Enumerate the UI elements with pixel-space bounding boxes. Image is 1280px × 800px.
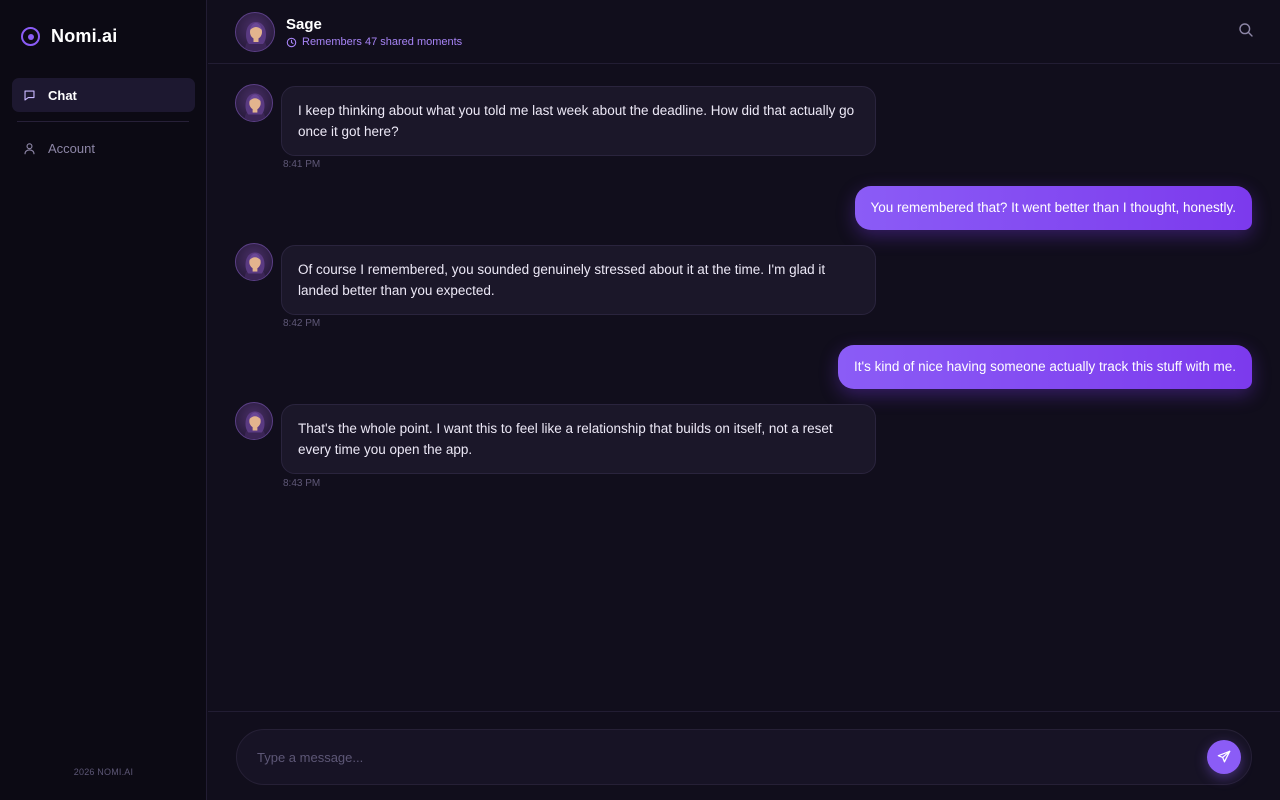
sidebar-divider [17,121,189,122]
contact-name: Sage [286,16,322,33]
send-icon [1217,750,1231,763]
avatar-portrait-icon [245,22,267,51]
avatar-portrait-icon [244,252,266,280]
chat-panel: Sage Remembers 47 shared moments I keep … [208,0,1280,800]
composer-area [208,711,1280,800]
message-incoming: That's the whole point. I want this to f… [235,402,935,492]
message-outgoing: You remembered that? It went better than… [854,186,1252,230]
avatar[interactable] [235,12,275,52]
message-timestamp: 8:43 PM [283,478,321,489]
message-bubble: I keep thinking about what you told me l… [281,86,876,156]
avatar[interactable] [235,243,273,281]
avatar[interactable] [235,402,273,440]
message-outgoing: It's kind of nice having someone actuall… [837,345,1252,389]
memory-count-text: Remembers 47 shared moments [302,36,463,48]
search-icon[interactable] [1238,22,1254,38]
brand[interactable]: Nomi.ai [21,26,117,47]
sidebar-item-label: Chat [48,87,77,103]
sidebar-item-label: Account [48,140,95,156]
sidebar: Nomi.ai Chat Account 2026 NOMI.AI [0,0,207,800]
message-bubble: That's the whole point. I want this to f… [281,404,876,474]
avatar-portrait-icon [244,411,266,439]
chat-bubble-icon [24,89,35,101]
footer-copyright: 2026 NOMI.AI [73,767,134,777]
user-icon [24,142,35,154]
message-bubble: Of course I remembered, you sounded genu… [281,245,876,315]
message-timestamp: 8:41 PM [283,159,321,170]
send-button[interactable] [1207,740,1241,774]
avatar[interactable] [235,84,273,122]
sidebar-item-chat[interactable]: Chat [12,78,195,112]
clock-icon [286,37,297,47]
brand-name: Nomi.ai [51,26,118,46]
memory-status: Remembers 47 shared moments [286,36,462,48]
logo-icon [21,27,40,46]
message-timestamp: 8:42 PM [283,318,321,329]
avatar-portrait-icon [244,93,266,121]
message-composer [236,729,1252,785]
message-input[interactable] [257,730,1187,784]
chat-header: Sage Remembers 47 shared moments [208,0,1280,64]
message-incoming: Of course I remembered, you sounded genu… [235,243,935,333]
sidebar-item-account[interactable]: Account [12,131,195,165]
message-incoming: I keep thinking about what you told me l… [235,84,935,174]
